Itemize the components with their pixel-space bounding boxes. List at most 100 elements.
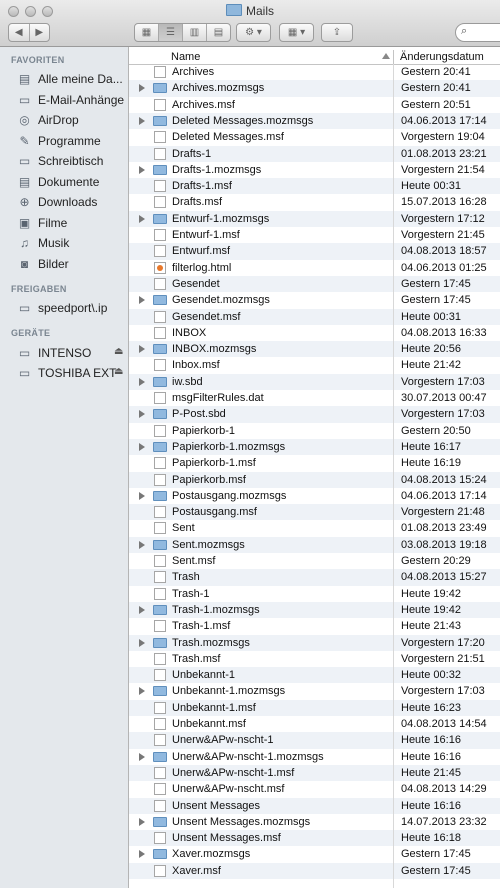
table-row[interactable]: Trash-1.mozmsgs Heute 19:42 — [129, 601, 500, 619]
disclosure-triangle-icon[interactable] — [139, 491, 145, 500]
table-row[interactable]: Trash-1 Heute 19:42 — [129, 586, 500, 602]
sidebar-item-email-attachments[interactable]: ▭ E-Mail-Anhänge — [17, 90, 124, 109]
column-view-button[interactable]: ▥ — [183, 24, 207, 41]
table-row[interactable]: Unbekannt.msf 04.08.2013 14:54 — [129, 716, 500, 732]
table-row[interactable]: Archives.msf Gestern 20:51 — [129, 97, 500, 113]
disclosure-triangle-icon[interactable] — [139, 850, 145, 859]
table-row[interactable]: Postausgang.mozmsgs 04.06.2013 17:14 — [129, 488, 500, 504]
disclosure-triangle-icon[interactable] — [139, 687, 145, 696]
table-row[interactable]: Inbox.msf Heute 21:42 — [129, 357, 500, 373]
table-row[interactable]: Sent.msf Gestern 20:29 — [129, 553, 500, 569]
table-row[interactable]: Drafts-1 01.08.2013 23:21 — [129, 145, 500, 162]
disclosure-triangle-icon[interactable] — [139, 540, 145, 549]
column-divider[interactable] — [393, 50, 394, 64]
table-row[interactable]: Sent.mozmsgs 03.08.2013 19:18 — [129, 536, 500, 553]
sidebar-item-applications[interactable]: ✎ Programme — [17, 131, 100, 150]
sidebar-item-music[interactable]: ♫ Musik — [17, 233, 69, 252]
table-row[interactable]: Postausgang.msf Vorgestern 21:48 — [129, 504, 500, 521]
table-row[interactable]: Drafts.msf 15.07.2013 16:28 — [129, 194, 500, 210]
table-row[interactable]: Gesendet.mozmsgs Gestern 17:45 — [129, 292, 500, 308]
disclosure-triangle-icon[interactable] — [139, 817, 145, 826]
table-row[interactable]: Deleted Messages.msf Vorgestern 19:04 — [129, 129, 500, 145]
table-row[interactable]: Unerw&APw-nscht-1.mozmsgs Heute 16:16 — [129, 749, 500, 765]
table-row[interactable]: P-Post.sbd Vorgestern 17:03 — [129, 406, 500, 423]
table-row[interactable]: Unbekannt-1 Heute 00:32 — [129, 667, 500, 684]
table-row[interactable]: filterlog.html 04.06.2013 01:25 — [129, 260, 500, 276]
file-name: Unbekannt-1.mozmsgs — [172, 685, 286, 698]
column-header-name[interactable]: Name — [171, 51, 200, 63]
table-row[interactable]: Unerw&APw-nscht-1 Heute 16:16 — [129, 732, 500, 749]
disclosure-triangle-icon[interactable] — [139, 116, 145, 125]
eject-icon[interactable]: ⏏ — [114, 346, 123, 357]
view-mode-control: ▦ ☰ ▥ ▤ — [134, 23, 231, 42]
search-field[interactable]: ⌕ — [455, 23, 500, 42]
list-view-button[interactable]: ☰ — [159, 24, 183, 41]
back-button[interactable]: ◀ — [9, 24, 30, 41]
sidebar-item-movies[interactable]: ▣ Filme — [17, 213, 68, 232]
coverflow-view-button[interactable]: ▤ — [207, 24, 230, 41]
table-row[interactable]: Unsent Messages.mozmsgs 14.07.2013 23:32 — [129, 814, 500, 830]
table-row[interactable]: Drafts-1.mozmsgs Vorgestern 21:54 — [129, 162, 500, 178]
sidebar-item-documents[interactable]: ▤ Dokumente — [17, 172, 100, 191]
eject-icon[interactable]: ⏏ — [114, 366, 123, 377]
disclosure-triangle-icon[interactable] — [139, 442, 145, 451]
table-row[interactable]: Deleted Messages.mozmsgs 04.06.2013 17:14 — [129, 112, 500, 130]
table-row[interactable]: Sent 01.08.2013 23:49 — [129, 520, 500, 536]
table-row[interactable]: Papierkorb-1.mozmsgs Heute 16:17 — [129, 438, 500, 456]
table-row[interactable]: Papierkorb.msf 04.08.2013 15:24 — [129, 471, 500, 488]
table-row[interactable]: Archives Gestern 20:41 — [129, 64, 500, 80]
table-row[interactable]: INBOX 04.08.2013 16:33 — [129, 325, 500, 341]
table-row[interactable]: Unsent Messages Heute 16:16 — [129, 797, 500, 814]
icon-view-button[interactable]: ▦ — [135, 24, 159, 41]
table-row[interactable]: Trash.msf Vorgestern 21:51 — [129, 651, 500, 667]
disclosure-triangle-icon[interactable] — [139, 410, 145, 419]
sidebar-item-desktop[interactable]: ▭ Schreibtisch — [17, 151, 104, 170]
sidebar-item-downloads[interactable]: ⊕ Downloads — [17, 192, 97, 211]
file-date: Gestern 20:51 — [401, 98, 471, 111]
table-row[interactable]: Trash-1.msf Heute 21:43 — [129, 618, 500, 634]
table-row[interactable]: msgFilterRules.dat 30.07.2013 00:47 — [129, 390, 500, 406]
table-row[interactable]: Xaver.mozmsgs Gestern 17:45 — [129, 846, 500, 862]
sidebar-item-toshiba[interactable]: ▭ TOSHIBA EXT — [17, 363, 117, 382]
disclosure-triangle-icon[interactable] — [139, 345, 145, 354]
table-row[interactable]: iw.sbd Vorgestern 17:03 — [129, 373, 500, 390]
sidebar-item-all-files[interactable]: ▤ Alle meine Da... — [17, 69, 123, 88]
share-button[interactable]: ⇪ — [321, 23, 353, 42]
table-row[interactable]: Xaver.msf Gestern 17:45 — [129, 862, 500, 879]
disclosure-triangle-icon[interactable] — [139, 752, 145, 761]
forward-button[interactable]: ▶ — [30, 24, 50, 41]
action-menu-button[interactable]: ⚙ ▾ — [236, 23, 271, 42]
table-row[interactable]: Entwurf-1.msf Vorgestern 21:45 — [129, 227, 500, 243]
table-row[interactable]: Unerw&APw-nscht-1.msf Heute 21:45 — [129, 764, 500, 782]
disclosure-triangle-icon[interactable] — [139, 638, 145, 647]
disclosure-triangle-icon[interactable] — [139, 84, 145, 93]
disclosure-triangle-icon[interactable] — [139, 605, 145, 614]
sidebar-item-intenso[interactable]: ▭ INTENSO — [17, 343, 92, 362]
sidebar-item-airdrop[interactable]: ◎ AirDrop — [17, 110, 78, 129]
disclosure-triangle-icon[interactable] — [139, 214, 145, 223]
table-row[interactable]: Unsent Messages.msf Heute 16:18 — [129, 830, 500, 847]
table-row[interactable]: Unbekannt-1.msf Heute 16:23 — [129, 699, 500, 716]
disclosure-triangle-icon[interactable] — [139, 377, 145, 386]
table-row[interactable]: Trash 04.08.2013 15:27 — [129, 569, 500, 586]
disclosure-triangle-icon[interactable] — [139, 165, 145, 174]
table-row[interactable]: Drafts-1.msf Heute 00:31 — [129, 178, 500, 195]
table-row[interactable]: Papierkorb-1.msf Heute 16:19 — [129, 455, 500, 471]
table-row[interactable]: Unbekannt-1.mozmsgs Vorgestern 17:03 — [129, 683, 500, 699]
table-row[interactable]: Entwurf-1.mozmsgs Vorgestern 17:12 — [129, 210, 500, 227]
table-row[interactable]: Unerw&APw-nscht.msf 04.08.2013 14:29 — [129, 781, 500, 797]
table-row[interactable]: Entwurf.msf 04.08.2013 18:57 — [129, 243, 500, 260]
file-icon — [154, 701, 166, 714]
table-row[interactable]: Trash.mozmsgs Vorgestern 17:20 — [129, 634, 500, 651]
table-row[interactable]: INBOX.mozmsgs Heute 20:56 — [129, 341, 500, 358]
table-row[interactable]: Papierkorb-1 Gestern 20:50 — [129, 423, 500, 439]
sidebar-item-pictures[interactable]: ◙ Bilder — [17, 254, 69, 273]
column-header-date[interactable]: Änderungsdatum — [400, 51, 484, 63]
table-row[interactable]: Gesendet Gestern 17:45 — [129, 275, 500, 293]
file-name: Unsent Messages.mozmsgs — [172, 815, 311, 828]
table-row[interactable]: Archives.mozmsgs Gestern 20:41 — [129, 80, 500, 97]
arrange-menu-button[interactable]: ▦ ▾ — [279, 23, 314, 42]
disclosure-triangle-icon[interactable] — [139, 296, 145, 305]
sidebar-item-speedport[interactable]: ▭ speedport\.ip — [17, 298, 108, 317]
table-row[interactable]: Gesendet.msf Heute 00:31 — [129, 308, 500, 325]
